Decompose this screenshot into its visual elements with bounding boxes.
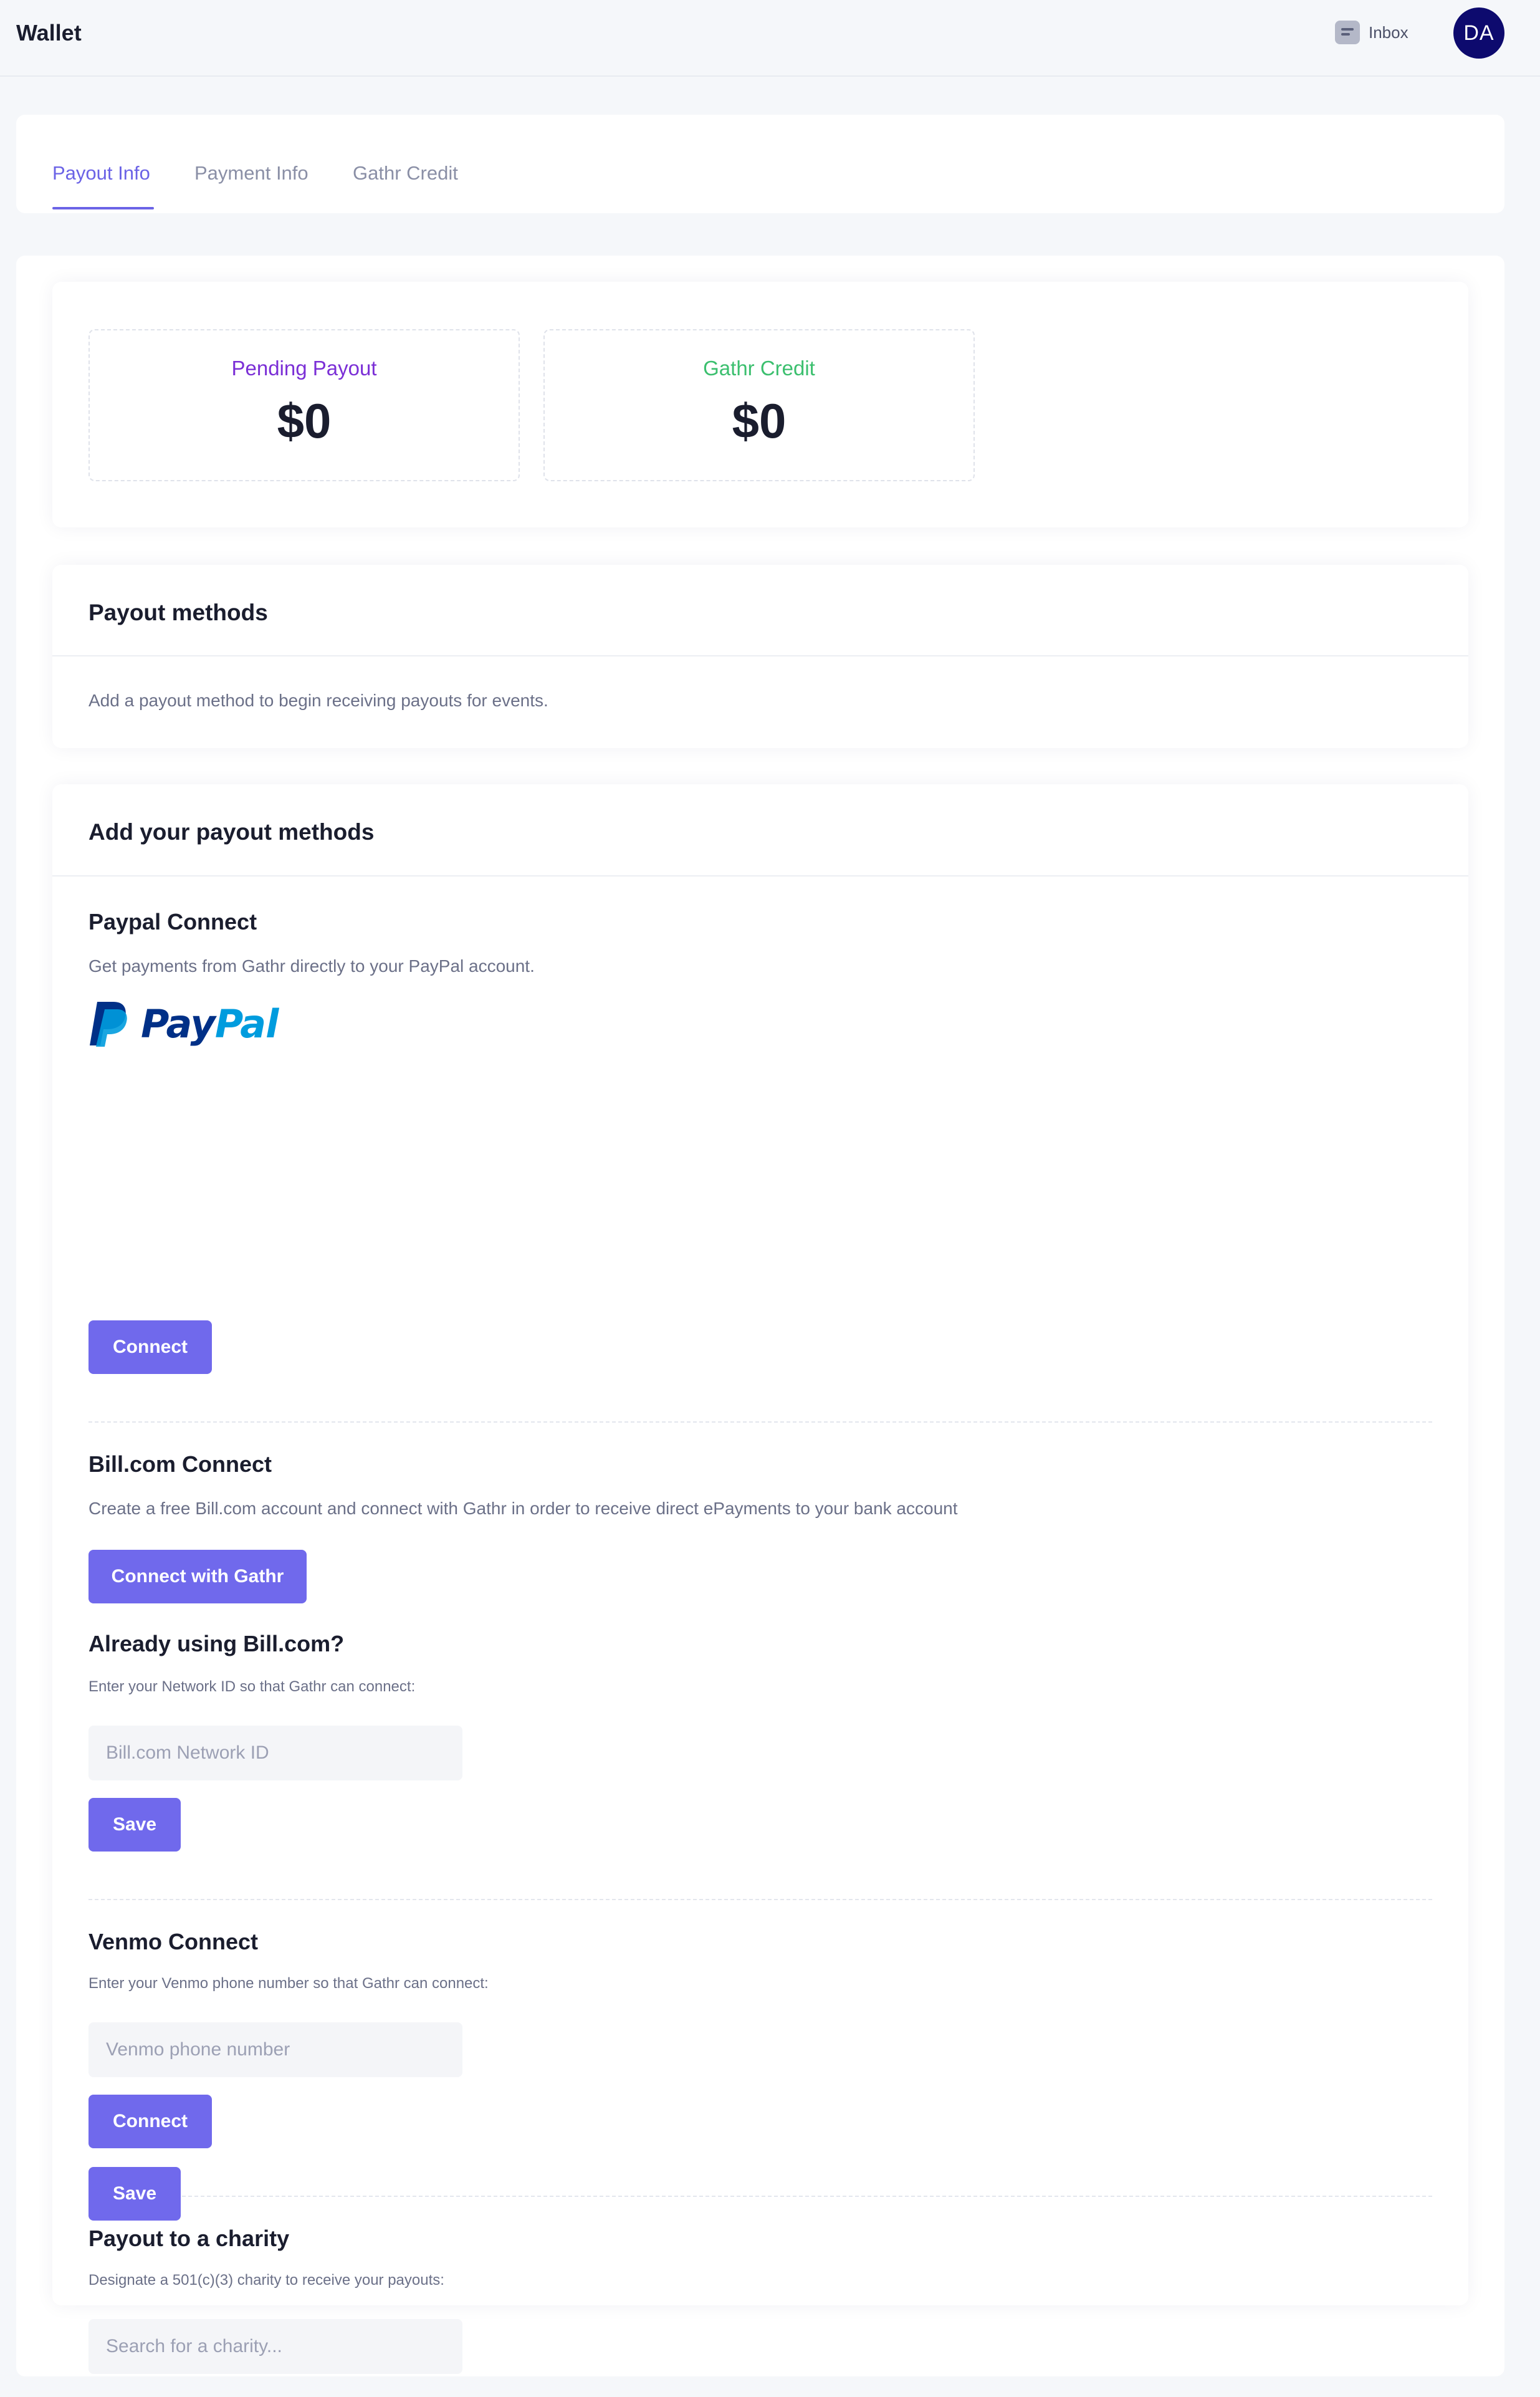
add-payout-methods-panel: Add your payout methods Paypal Connect G… [52, 784, 1468, 2374]
tab-gathr-credit[interactable]: Gathr Credit [353, 162, 458, 185]
tab-payment-info[interactable]: Payment Info [194, 162, 308, 185]
pending-payout-value: $0 [277, 393, 332, 448]
charity-search-input[interactable] [88, 2319, 462, 2374]
tabs-bar: Payout Info Payment Info Gathr Credit [16, 115, 1504, 213]
charity-save-button[interactable]: Save [88, 2167, 181, 2221]
billcom-network-id-input[interactable] [88, 1726, 462, 1780]
charity-help: Designate a 501(c)(3) charity to receive… [88, 2272, 444, 2289]
pending-payout-label: Pending Payout [231, 357, 377, 380]
pending-payout-card: Pending Payout $0 [88, 329, 520, 481]
venmo-title: Venmo Connect [88, 1929, 259, 1954]
venmo-connect-button[interactable]: Connect [88, 2095, 212, 2148]
inbox-button[interactable]: Inbox [1335, 20, 1408, 45]
payout-methods-panel: Payout methods Add a payout method to be… [52, 565, 1468, 748]
paypal-p-icon [90, 1002, 127, 1047]
section-divider [88, 2196, 1432, 2197]
billcom-network-help: Enter your Network ID so that Gathr can … [88, 1678, 416, 1695]
main-content: Pending Payout $0 Gathr Credit $0 Payout… [16, 256, 1504, 2376]
message-icon [1335, 21, 1360, 44]
paypal-connect-button[interactable]: Connect [88, 1320, 212, 1374]
payout-methods-title: Payout methods [88, 600, 268, 625]
paypal-title: Paypal Connect [88, 909, 257, 934]
divider [52, 655, 1468, 656]
paypal-wordmark: PayPal [141, 1001, 279, 1047]
tab-payout-info[interactable]: Payout Info [52, 162, 150, 185]
balances-panel: Pending Payout $0 Gathr Credit $0 [52, 282, 1468, 527]
paypal-logo: PayPal [88, 1000, 279, 1047]
venmo-help: Enter your Venmo phone number so that Ga… [88, 1975, 489, 1992]
add-methods-title: Add your payout methods [88, 819, 375, 845]
avatar[interactable]: DA [1453, 7, 1504, 59]
section-divider [88, 1899, 1432, 1900]
billcom-description: Create a free Bill.com account and conne… [88, 1499, 958, 1518]
gathr-credit-card: Gathr Credit $0 [543, 329, 975, 481]
gathr-credit-label: Gathr Credit [703, 357, 815, 380]
top-bar: Wallet Inbox DA [0, 0, 1540, 77]
billcom-title: Bill.com Connect [88, 1451, 272, 1477]
billcom-save-button[interactable]: Save [88, 1798, 181, 1852]
venmo-phone-input[interactable] [88, 2022, 462, 2077]
page-title: Wallet [16, 20, 82, 46]
paypal-description: Get payments from Gathr directly to your… [88, 956, 535, 976]
inbox-label: Inbox [1369, 22, 1408, 42]
payout-methods-empty-text: Add a payout method to begin receiving p… [88, 691, 548, 710]
billcom-existing-title: Already using Bill.com? [88, 1631, 345, 1656]
divider [52, 875, 1468, 877]
section-divider [88, 1421, 1432, 1423]
gathr-credit-value: $0 [732, 393, 787, 448]
billcom-connect-button[interactable]: Connect with Gathr [88, 1550, 307, 1603]
charity-title: Payout to a charity [88, 2226, 290, 2251]
active-tab-indicator [52, 207, 154, 209]
